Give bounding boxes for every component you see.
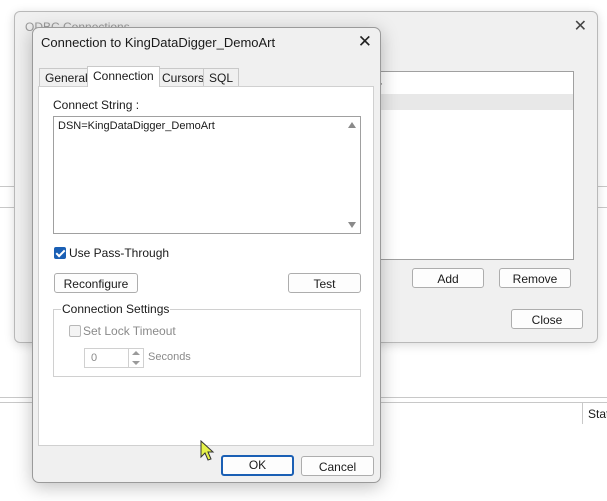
- cancel-button[interactable]: Cancel: [301, 456, 374, 476]
- connect-string-label: Connect String :: [53, 98, 140, 112]
- connect-string-field[interactable]: DSN=KingDataDigger_DemoArt: [53, 116, 361, 234]
- status-column-header[interactable]: Stat: [588, 407, 607, 421]
- remove-button[interactable]: Remove: [499, 268, 571, 288]
- scroll-down-icon[interactable]: [348, 222, 356, 228]
- dialog-close-icon[interactable]: ✕: [358, 32, 372, 52]
- scroll-up-icon[interactable]: [348, 122, 356, 128]
- test-button[interactable]: Test: [288, 273, 361, 293]
- tab-general[interactable]: General: [39, 68, 94, 86]
- stepper-buttons[interactable]: [128, 349, 143, 367]
- timeout-value: 0: [91, 352, 98, 364]
- dialog-title: Connection to KingDataDigger_DemoArt: [41, 35, 276, 50]
- connect-string-scrollbar[interactable]: [344, 117, 360, 233]
- tab-sql[interactable]: SQL: [203, 68, 240, 86]
- ok-button[interactable]: OK: [221, 455, 294, 476]
- close-button[interactable]: Close: [511, 309, 583, 329]
- connection-tab-panel: Connect String : DSN=KingDataDigger_Demo…: [38, 86, 374, 446]
- timeout-stepper[interactable]: 0: [84, 348, 144, 368]
- connection-dialog: Connection to KingDataDigger_DemoArt ✕ G…: [32, 27, 381, 483]
- connect-string-value: DSN=KingDataDigger_DemoArt: [58, 120, 215, 132]
- set-lock-timeout-label[interactable]: Set Lock Timeout: [83, 324, 176, 338]
- odbc-close-icon[interactable]: ✕: [574, 16, 587, 36]
- add-button[interactable]: Add: [412, 268, 484, 288]
- connection-settings-group: Connection Settings Set Lock Timeout 0 S…: [53, 302, 361, 377]
- tab-connection[interactable]: Connection: [87, 66, 160, 87]
- use-pass-through-label[interactable]: Use Pass-Through: [69, 246, 169, 260]
- set-lock-timeout-checkbox[interactable]: [69, 325, 81, 337]
- mouse-pointer-icon: [200, 440, 215, 461]
- connection-settings-label: Connection Settings: [61, 302, 171, 316]
- reconfigure-button[interactable]: Reconfigure: [54, 273, 138, 293]
- seconds-label: Seconds: [148, 351, 191, 363]
- stepper-up-icon[interactable]: [132, 351, 140, 355]
- tab-cursors[interactable]: Cursors: [156, 68, 211, 86]
- stepper-down-icon[interactable]: [132, 361, 140, 365]
- use-pass-through-checkbox[interactable]: [54, 247, 66, 259]
- column-separator: [582, 402, 583, 424]
